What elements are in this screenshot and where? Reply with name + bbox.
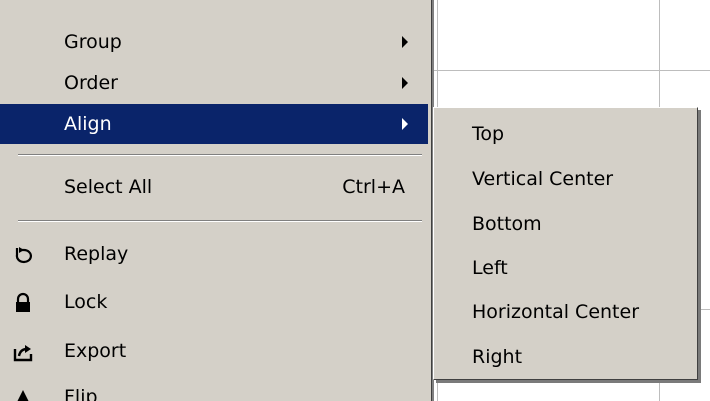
submenu-item-left[interactable]: Left — [434, 246, 696, 290]
submenu-item-label: Vertical Center — [472, 168, 614, 190]
menu-item-label: Order — [64, 72, 118, 94]
lock-icon — [16, 292, 30, 312]
menu-item-label: Group — [64, 31, 122, 53]
submenu-item-label: Right — [472, 346, 523, 368]
menu-separator — [18, 220, 422, 222]
submenu-item-label: Left — [472, 257, 508, 279]
drawing-canvas[interactable]: Group Order Align Select All Ctrl+A Repl… — [0, 0, 710, 401]
menu-item-lock[interactable]: Lock — [0, 282, 428, 322]
submenu-arrow-icon — [402, 118, 408, 130]
menu-item-flip[interactable]: Flip — [0, 377, 428, 401]
submenu-item-right[interactable]: Right — [434, 335, 696, 379]
menu-item-replay[interactable]: Replay — [0, 234, 428, 274]
context-menu: Group Order Align Select All Ctrl+A Repl… — [0, 0, 432, 401]
submenu-item-top[interactable]: Top — [434, 112, 696, 156]
replay-icon — [15, 247, 32, 264]
submenu-item-vertical-center[interactable]: Vertical Center — [434, 157, 696, 201]
canvas-gridline — [430, 70, 710, 71]
menu-item-label: Flip — [64, 386, 98, 401]
menu-item-select-all[interactable]: Select All Ctrl+A — [0, 167, 428, 207]
menu-item-shortcut: Ctrl+A — [342, 176, 405, 198]
menu-item-label: Select All — [64, 176, 153, 198]
menu-item-label: Replay — [64, 243, 129, 265]
submenu-item-horizontal-center[interactable]: Horizontal Center — [434, 290, 696, 334]
menu-item-label: Export — [64, 340, 127, 362]
align-submenu: Top Vertical Center Bottom Left Horizont… — [433, 107, 698, 380]
submenu-item-bottom[interactable]: Bottom — [434, 202, 696, 246]
menu-item-export[interactable]: Export — [0, 331, 428, 371]
menu-separator — [18, 154, 422, 156]
submenu-item-label: Bottom — [472, 213, 542, 235]
submenu-arrow-icon — [402, 36, 408, 48]
submenu-item-label: Top — [472, 123, 505, 145]
export-icon — [13, 345, 33, 362]
flip-icon — [17, 390, 29, 401]
submenu-item-label: Horizontal Center — [472, 301, 640, 323]
menu-item-group[interactable]: Group — [0, 22, 428, 62]
menu-item-align[interactable]: Align — [0, 104, 428, 144]
submenu-arrow-icon — [402, 77, 408, 89]
menu-item-order[interactable]: Order — [0, 63, 428, 103]
menu-item-label: Lock — [64, 291, 108, 313]
menu-item-label: Align — [64, 113, 112, 135]
